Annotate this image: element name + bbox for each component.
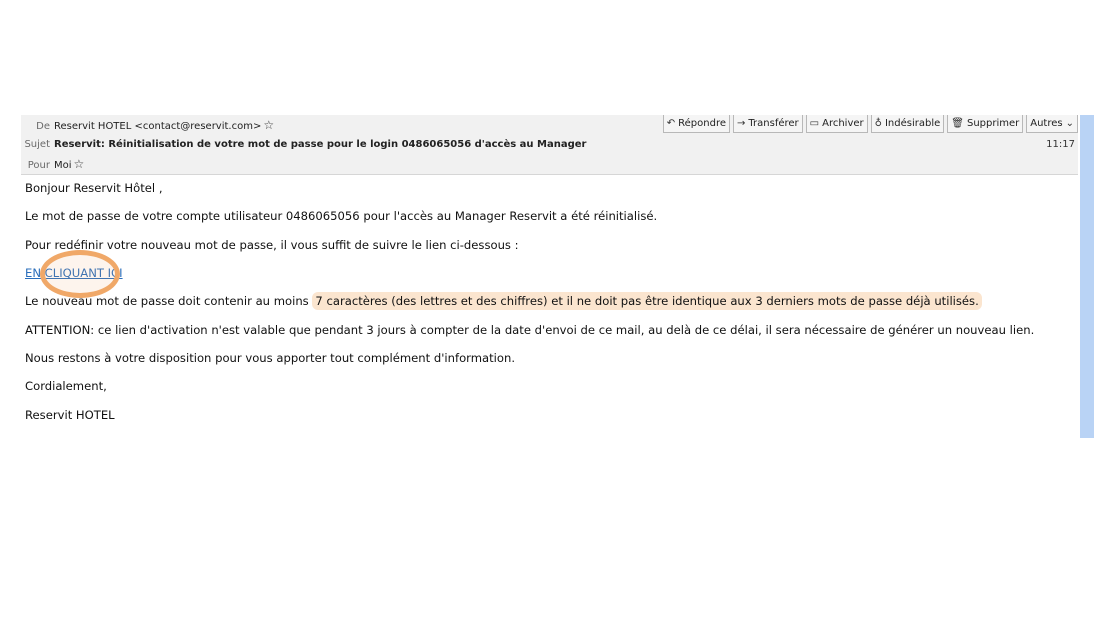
- delete-button[interactable]: 🗑 Supprimer: [947, 115, 1024, 133]
- chevron-down-icon: ⌄: [1065, 118, 1074, 129]
- subject-row: Sujet Reservit: Réinitialisation de votre…: [21, 135, 586, 155]
- greeting: Bonjour Reservit Hôtel ,: [25, 181, 163, 195]
- forward-label: Transférer: [748, 118, 799, 129]
- to-value[interactable]: Moi: [54, 160, 72, 171]
- email-header: De Reservit HOTEL <contact@reservit.com> ☆…: [21, 115, 1078, 175]
- forward-button[interactable]: → Transférer: [733, 115, 803, 133]
- click-highlight-circle: [40, 250, 120, 298]
- star-icon[interactable]: ☆: [74, 157, 85, 171]
- subject-label: Sujet: [24, 139, 50, 150]
- forward-icon: →: [737, 118, 746, 129]
- highlighted-requirements: 7 caractères (des lettres et des chiffre…: [312, 292, 982, 310]
- message-toolbar: ↶ Répondre → Transférer ▭ Archiver ♁ Indésir…: [662, 115, 1078, 134]
- scrollbar[interactable]: [1080, 115, 1094, 438]
- message-time: 11:17: [1046, 139, 1075, 150]
- body-line-instructions: Pour redéfinir votre nouveau mot de pass…: [25, 238, 519, 252]
- email-message: De Reservit HOTEL <contact@reservit.com> ☆…: [21, 115, 1078, 438]
- from-value[interactable]: Reservit HOTEL <contact@reservit.com>: [54, 121, 261, 132]
- to-row: Pour Moi ☆: [21, 154, 85, 174]
- trash-icon: 🗑: [951, 118, 964, 129]
- more-label: Autres: [1030, 118, 1063, 129]
- archive-icon: ▭: [809, 118, 820, 129]
- more-button[interactable]: Autres ⌄: [1026, 115, 1078, 133]
- archive-button[interactable]: ▭ Archiver: [805, 115, 868, 133]
- star-icon[interactable]: ☆: [263, 118, 274, 132]
- body-line-reset: Le mot de passe de votre compte utilisat…: [25, 209, 658, 223]
- junk-icon: ♁: [874, 118, 882, 129]
- body-line-attention: ATTENTION: ce lien d'activation n'est va…: [25, 323, 1035, 337]
- body-line-disposition: Nous restons à votre disposition pour vo…: [25, 351, 516, 365]
- reply-label: Répondre: [678, 118, 726, 129]
- from-row: De Reservit HOTEL <contact@reservit.com> ☆: [21, 115, 274, 135]
- reply-button[interactable]: ↶ Répondre: [662, 115, 730, 133]
- reply-icon: ↶: [666, 118, 676, 129]
- from-label: De: [36, 121, 50, 132]
- junk-button[interactable]: ♁ Indésirable: [870, 115, 945, 133]
- subject-value: Reservit: Réinitialisation de votre mot …: [54, 139, 587, 150]
- closing: Cordialement,: [25, 379, 107, 393]
- to-label: Pour: [27, 160, 50, 171]
- body-line-requirements: Le nouveau mot de passe doit contenir au…: [25, 292, 982, 310]
- archive-label: Archiver: [822, 118, 864, 129]
- junk-label: Indésirable: [884, 118, 941, 129]
- signature: Reservit HOTEL: [25, 408, 115, 422]
- delete-label: Supprimer: [966, 118, 1020, 129]
